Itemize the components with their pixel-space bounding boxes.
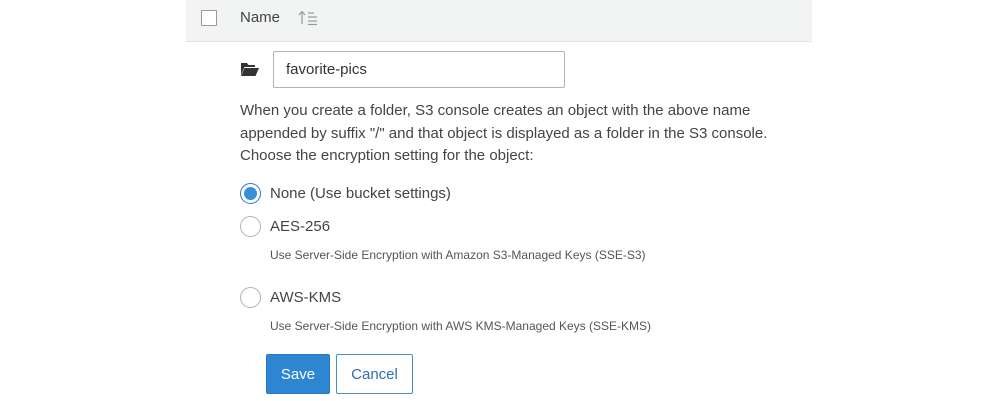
encryption-option-none[interactable]: None (Use bucket settings) — [240, 183, 451, 204]
create-folder-panel: Name When you create a folder, S3 consol… — [0, 0, 1000, 401]
aws-kms-helper-text: Use Server-Side Encryption with AWS KMS-… — [270, 319, 652, 333]
name-column-header[interactable]: Name — [240, 9, 280, 26]
folder-name-input[interactable] — [273, 51, 565, 88]
radio-none[interactable] — [240, 183, 261, 204]
table-header: Name — [186, 0, 812, 42]
sort-ascending-icon[interactable] — [298, 9, 322, 27]
cancel-button[interactable]: Cancel — [336, 354, 413, 394]
save-button[interactable]: Save — [266, 354, 330, 394]
radio-aes256[interactable] — [240, 216, 261, 237]
option-label: AES-256 — [270, 218, 331, 235]
radio-aws-kms[interactable] — [240, 287, 261, 308]
folder-open-icon — [240, 61, 260, 77]
option-label: None (Use bucket settings) — [270, 185, 451, 202]
option-label: AWS-KMS — [270, 289, 342, 306]
encryption-option-aes256[interactable]: AES-256 — [240, 216, 330, 237]
select-all-checkbox[interactable] — [201, 10, 217, 26]
aes256-helper-text: Use Server-Side Encryption with Amazon S… — [270, 248, 646, 262]
folder-description: When you create a folder, S3 console cre… — [240, 102, 768, 164]
encryption-option-aws-kms[interactable]: AWS-KMS — [240, 287, 341, 308]
